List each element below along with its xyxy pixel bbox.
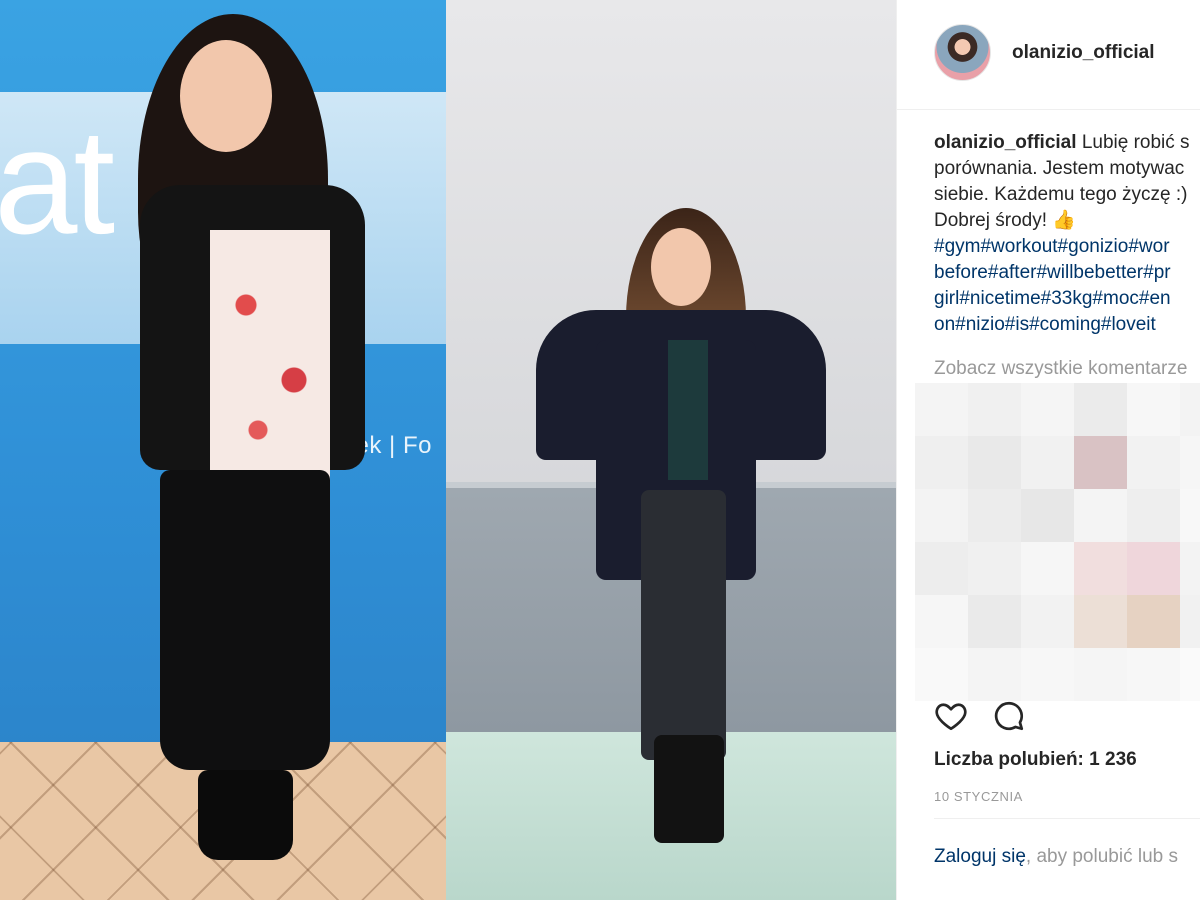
hashtag-line[interactable]: before#after#willbebetter#pr xyxy=(934,260,1200,286)
hashtag-line[interactable]: on#nizio#is#coming#loveit xyxy=(934,312,1200,338)
post-date: 10 STYCZNIA xyxy=(934,789,1023,804)
like-count[interactable]: Liczba polubień: 1 236 xyxy=(934,749,1137,771)
post-actions xyxy=(933,698,1053,734)
before-photo: at el Tomasz Raczek | Fo xyxy=(0,0,446,900)
divider xyxy=(934,818,1200,819)
login-prompt: Zaloguj się, aby polubić lub s xyxy=(934,846,1178,868)
login-link[interactable]: Zaloguj się xyxy=(934,846,1026,867)
post-header: olanizio_official xyxy=(897,0,1200,110)
caption-line: olanizio_official Lubię robić s xyxy=(934,130,1200,156)
post-photo[interactable]: at el Tomasz Raczek | Fo xyxy=(0,0,896,900)
caption-username[interactable]: olanizio_official xyxy=(934,132,1077,153)
hashtag-line[interactable]: #gym#workout#gonizio#wor xyxy=(934,234,1200,260)
hashtag-line[interactable]: girl#nicetime#33kg#moc#en xyxy=(934,286,1200,312)
caption-line: Dobrej środy! 👍 xyxy=(934,210,1076,231)
caption-line: siebie. Każdemu tego życzę :) xyxy=(934,184,1188,205)
caption-text: Lubię robić s xyxy=(1081,132,1190,153)
post-sidebar: olanizio_official olanizio_official Lubi… xyxy=(896,0,1200,900)
view-all-comments-link[interactable]: Zobacz wszystkie komentarze xyxy=(934,358,1187,380)
avatar[interactable] xyxy=(934,24,991,81)
heart-icon[interactable] xyxy=(933,698,969,734)
after-photo xyxy=(446,0,896,900)
login-prompt-text: , aby polubić lub s xyxy=(1025,846,1178,867)
post-caption: olanizio_official Lubię robić s porównan… xyxy=(934,130,1200,338)
blurred-comments xyxy=(915,383,1200,701)
caption-line: porównania. Jestem motywac xyxy=(934,158,1185,179)
username-link[interactable]: olanizio_official xyxy=(1012,42,1155,64)
comment-icon[interactable] xyxy=(991,698,1027,734)
